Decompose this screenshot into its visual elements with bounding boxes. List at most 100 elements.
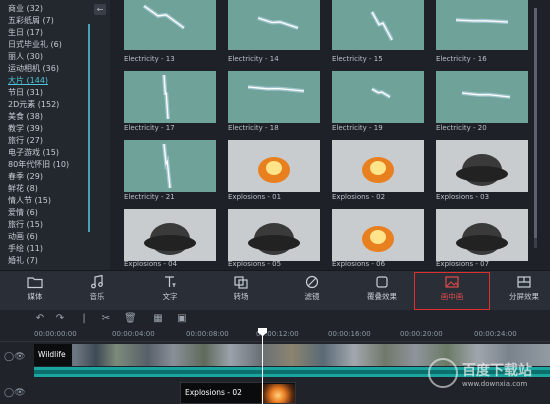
- annotation-highlight-box: [414, 272, 490, 310]
- explosion-graphic: [456, 154, 508, 186]
- effect-label: Electricity - 16: [436, 55, 487, 63]
- effect-thumbnail[interactable]: [332, 0, 424, 50]
- lightning-graphic: [370, 11, 394, 41]
- timecode: 00:00:24:00: [474, 330, 517, 338]
- effect-thumbnail[interactable]: [124, 140, 216, 192]
- sidebar-category-item[interactable]: 电子游戏 (15): [8, 147, 59, 158]
- explosion-graphic: [362, 157, 394, 183]
- effect-thumbnail[interactable]: [436, 140, 528, 192]
- sidebar-category-item[interactable]: 日式毕业礼 (6): [8, 39, 62, 50]
- effect-thumbnail[interactable]: [228, 140, 320, 192]
- folder-icon: [27, 277, 43, 289]
- effect-thumbnail[interactable]: [436, 0, 528, 50]
- redo-icon: ↷: [55, 313, 65, 324]
- overlay-icon: [376, 276, 388, 288]
- cut-button[interactable]: ✂: [100, 313, 112, 325]
- sidebar-category-item[interactable]: 春季 (29): [8, 171, 43, 182]
- music-note-icon: [91, 275, 103, 289]
- effect-label: Electricity - 13: [124, 55, 175, 63]
- sidebar-category-item[interactable]: 爱情 (6): [8, 207, 38, 218]
- lightning-graphic: [162, 143, 172, 189]
- tab-split-screen[interactable]: 分屏效果: [494, 275, 550, 307]
- audio-track-controls[interactable]: ◯​👁: [4, 388, 26, 398]
- collapse-sidebar-button[interactable]: ←: [94, 4, 106, 15]
- sidebar-category-item[interactable]: 手绘 (11): [8, 243, 43, 254]
- effect-label: Explosions - 04: [124, 260, 178, 268]
- effect-label: Electricity - 21: [124, 193, 175, 201]
- effect-thumbnail[interactable]: [124, 71, 216, 123]
- sidebar-category-item[interactable]: 情人节 (15): [8, 195, 51, 206]
- lightning-graphic: [371, 87, 392, 99]
- sidebar-scrollbar[interactable]: [88, 24, 90, 232]
- scissors-icon: ✂: [101, 313, 111, 324]
- effect-thumbnail[interactable]: [332, 71, 424, 123]
- explosion-graphic: [248, 223, 300, 255]
- tab-label: 媒体: [27, 292, 43, 301]
- sidebar-category-item[interactable]: 运动相机 (36): [8, 63, 59, 74]
- sidebar-category-item[interactable]: 鲜花 (8): [8, 183, 38, 194]
- sidebar-category-item[interactable]: 动画 (6): [8, 231, 38, 242]
- tab-filters[interactable]: 滤镜: [282, 275, 342, 307]
- split-icon: ▦: [153, 313, 163, 324]
- watermark-url: www.downxia.com: [462, 380, 528, 388]
- video-editor-window: 商业 (32) 五彩纸屑 (7) 生日 (17) 日式毕业礼 (6) 丽人 (30) 运动…: [0, 0, 550, 404]
- undo-icon: ↶: [35, 313, 45, 324]
- watermark: 百度下载站 www.downxia.com: [428, 358, 548, 398]
- effect-label: Electricity - 18: [228, 124, 279, 132]
- tab-label: 分屏效果: [509, 292, 539, 301]
- snapshot-button[interactable]: ▣: [176, 313, 188, 325]
- sidebar-category-item[interactable]: 五彩纸屑 (7): [8, 15, 54, 26]
- tab-transitions[interactable]: 转场: [211, 275, 271, 307]
- sidebar-category-item[interactable]: 大片 (144): [8, 75, 48, 86]
- explosion-graphic: [144, 223, 196, 255]
- grid-scrollbar-thumb[interactable]: [534, 8, 537, 238]
- effect-thumbnail[interactable]: [436, 209, 528, 261]
- delete-button[interactable]: 🗑: [124, 313, 137, 325]
- effect-thumbnail[interactable]: [332, 140, 424, 192]
- timecode: 00:00:08:00: [186, 330, 229, 338]
- sidebar-category-item[interactable]: 丽人 (30): [8, 51, 43, 62]
- sidebar-category-item[interactable]: 旅行 (15): [8, 219, 43, 230]
- tab-label: 滤镜: [304, 292, 320, 301]
- pip-clip[interactable]: Explosions - 02: [180, 382, 296, 404]
- timecode: 00:00:16:00: [328, 330, 371, 338]
- sidebar-category-item[interactable]: 教学 (39): [8, 123, 43, 134]
- effect-thumbnail[interactable]: [436, 71, 528, 123]
- tab-label: 音乐: [89, 292, 105, 301]
- lightning-graphic: [247, 85, 305, 93]
- lightning-graphic: [257, 16, 299, 30]
- tab-text[interactable]: 文字: [140, 275, 200, 307]
- effect-thumbnail[interactable]: [228, 71, 320, 123]
- split-button[interactable]: ▦: [152, 313, 164, 325]
- sidebar-category-item[interactable]: 旅行 (27): [8, 135, 43, 146]
- divider: |: [82, 313, 86, 324]
- undo-button[interactable]: ↶: [34, 313, 46, 325]
- tab-media[interactable]: 媒体: [5, 275, 65, 307]
- timeline-ruler[interactable]: 00:00:00:00 00:00:04:00 00:00:08:00 00:0…: [0, 328, 550, 342]
- sidebar-category-item[interactable]: 婚礼 (7): [8, 255, 38, 266]
- sidebar-category-item[interactable]: 80年代怀旧 (10): [8, 159, 69, 170]
- tab-label: 覆叠效果: [367, 292, 397, 301]
- sidebar-category-item[interactable]: 商业 (32): [8, 3, 43, 14]
- sidebar-category-item[interactable]: 生日 (17): [8, 27, 43, 38]
- sidebar-category-item[interactable]: 美食 (38): [8, 111, 43, 122]
- effect-label: Explosions - 03: [436, 193, 490, 201]
- effect-label: Explosions - 02: [332, 193, 386, 201]
- timeline-toolbar: ↶ ↷ | ✂ 🗑 ▦ ▣: [0, 310, 550, 328]
- effect-thumbnail[interactable]: [124, 0, 216, 50]
- effect-thumbnail[interactable]: [332, 209, 424, 261]
- effect-thumbnail[interactable]: [228, 209, 320, 261]
- playhead-line[interactable]: [262, 334, 263, 404]
- effect-thumbnail[interactable]: [228, 0, 320, 50]
- timecode: 00:00:20:00: [400, 330, 443, 338]
- effect-thumbnail[interactable]: [124, 209, 216, 261]
- clip-title-block[interactable]: Wildlife: [34, 344, 72, 366]
- sidebar-category-item[interactable]: 2D元素 (152): [8, 99, 59, 110]
- grid-scrollbar[interactable]: [534, 8, 537, 248]
- video-track-controls[interactable]: ◯​👁: [4, 352, 26, 362]
- tab-overlays[interactable]: 覆叠效果: [352, 275, 412, 307]
- sidebar-category-item[interactable]: 节日 (31): [8, 87, 43, 98]
- redo-button[interactable]: ↷: [54, 313, 66, 325]
- effect-label: Electricity - 17: [124, 124, 175, 132]
- tab-music[interactable]: 音乐: [67, 275, 127, 307]
